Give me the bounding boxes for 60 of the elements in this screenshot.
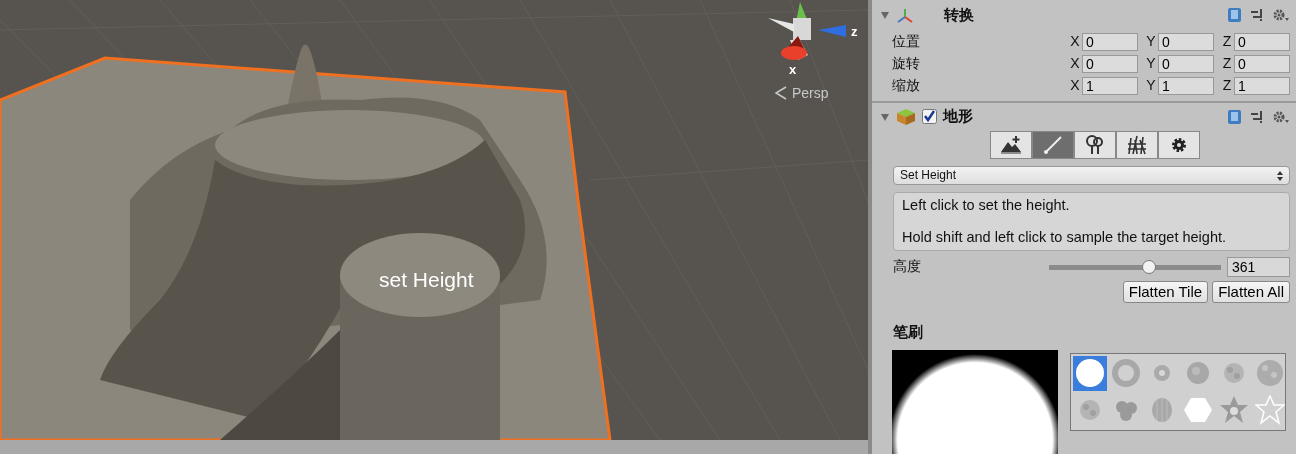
axis-gizmo-drawing[interactable] — [768, 2, 846, 60]
help-text: Hold shift and left click to sample the target height. — [902, 227, 1227, 247]
number-field[interactable]: 0 — [1158, 54, 1214, 73]
section-title: 笔刷 — [893, 322, 924, 343]
axis-label: Y — [1145, 54, 1157, 74]
annotation-text: set Height — [379, 268, 474, 291]
component-title: 转换 — [944, 4, 974, 25]
grass-icon — [1125, 133, 1149, 156]
updown-arrow-icon — [1277, 170, 1283, 181]
field-label: 高度 — [893, 257, 921, 277]
help-book-icon[interactable] — [1227, 108, 1242, 125]
axis-label: Z — [1221, 32, 1233, 52]
preset-icon[interactable] — [1250, 7, 1264, 22]
mountain-plus-icon — [999, 133, 1023, 156]
brush-shape-icon — [1219, 395, 1249, 426]
brush-icon — [1041, 133, 1065, 156]
brush-shape-icon — [1255, 395, 1285, 426]
axis-label: x — [789, 62, 797, 77]
enable-checkbox[interactable] — [922, 109, 937, 125]
axis-label: Y — [1145, 32, 1157, 52]
number-field[interactable]: 361 — [1227, 256, 1290, 277]
tool-tab[interactable] — [1074, 130, 1116, 159]
axis-label: Z — [1221, 54, 1233, 74]
help-text: Left click to set the height. — [902, 195, 1071, 215]
help-book-icon[interactable] — [1227, 6, 1242, 23]
chevron-icon[interactable] — [774, 86, 787, 100]
mode-dropdown[interactable]: Set Height — [893, 165, 1290, 185]
preset-icon[interactable] — [1250, 109, 1264, 124]
field-label: 缩放 — [892, 76, 921, 96]
field-label: 旋转 — [892, 54, 921, 74]
tool-tab[interactable] — [990, 130, 1032, 159]
axis-label: X — [1069, 32, 1081, 52]
axis-label: Y — [1145, 76, 1157, 96]
number-field[interactable]: 1 — [1234, 76, 1290, 95]
slider-thumb[interactable] — [1141, 259, 1156, 274]
view-mode-label[interactable]: Persp — [792, 85, 829, 101]
number-field[interactable]: 0 — [1158, 32, 1214, 51]
number-field[interactable]: 1 — [1158, 76, 1214, 95]
number-field[interactable]: 0 — [1082, 54, 1138, 73]
flatten-button[interactable]: Flatten Tile — [1122, 281, 1209, 304]
component-title: 地形 — [943, 106, 973, 127]
number-field[interactable]: 0 — [1234, 54, 1290, 73]
axes-icon — [896, 6, 914, 23]
number-field[interactable]: 0 — [1082, 32, 1138, 51]
axis-label: Z — [1221, 76, 1233, 96]
axis-label: z — [851, 24, 858, 39]
number-field[interactable]: 1 — [1082, 76, 1138, 95]
tool-tab[interactable] — [1116, 130, 1158, 159]
flatten-button[interactable]: Flatten All — [1212, 281, 1290, 304]
axis-label: X — [1069, 76, 1081, 96]
field-label: 位置 — [892, 32, 921, 52]
brush-shape-icon — [1075, 358, 1105, 389]
axis-label: X — [1069, 54, 1081, 74]
cube-icon — [896, 107, 916, 126]
foldout-arrow-icon[interactable] — [880, 9, 890, 20]
number-field[interactable]: 0 — [1234, 32, 1290, 51]
brush-swatch[interactable] — [1073, 356, 1107, 391]
tool-tab[interactable] — [1158, 130, 1200, 159]
foldout-arrow-icon[interactable] — [880, 111, 890, 122]
brush-shape-icon — [1111, 358, 1141, 389]
